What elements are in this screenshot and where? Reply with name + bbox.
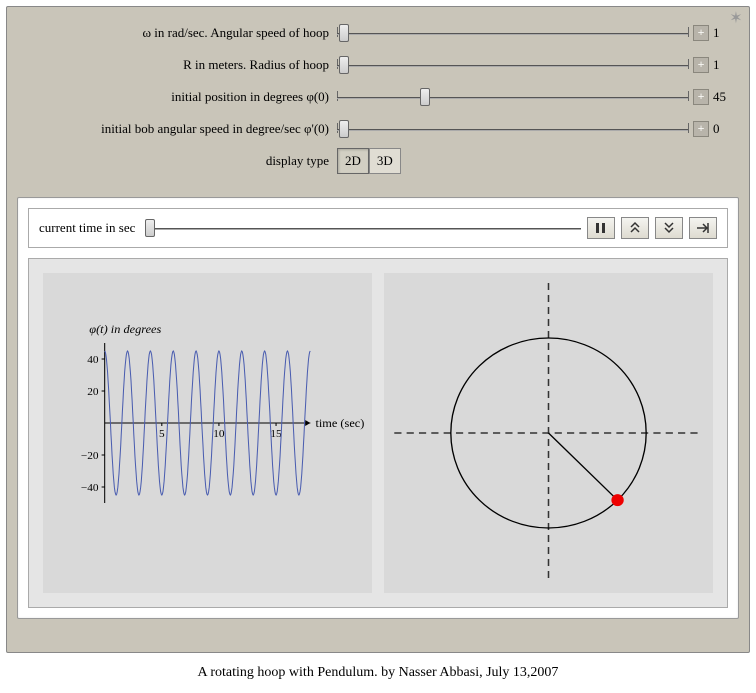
- plot-area: φ(t) in degrees −40 −20 20 40 5 10 15 time (sec): [28, 258, 728, 608]
- initpos-label: initial position in degrees φ(0): [17, 89, 337, 105]
- initspeed-thumb[interactable]: [339, 120, 349, 138]
- omega-thumb[interactable]: [339, 24, 349, 42]
- initspeed-plus-button[interactable]: +: [693, 121, 709, 137]
- phi-time-plot: φ(t) in degrees −40 −20 20 40 5 10 15 time (sec): [43, 273, 372, 593]
- controls-panel: ω in rad/sec. Angular speed of hoop + 1 …: [17, 17, 739, 191]
- inner-panel: current time in sec φ(t) in degrees −40 −2…: [17, 197, 739, 619]
- pause-icon: [595, 222, 607, 234]
- caption: A rotating hoop with Pendulum. by Nasser…: [0, 665, 756, 681]
- initpos-plus-button[interactable]: +: [693, 89, 709, 105]
- display-2d-button[interactable]: 2D: [337, 148, 369, 174]
- arrow-right-icon: [696, 222, 710, 234]
- display-type-label: display type: [17, 153, 337, 169]
- initpos-slider[interactable]: [337, 87, 689, 107]
- time-slider[interactable]: [145, 218, 581, 238]
- chevron-double-up-icon: [628, 221, 642, 235]
- control-initspeed: initial bob angular speed in degree/sec …: [17, 117, 739, 141]
- svg-text:40: 40: [87, 354, 99, 366]
- svg-text:10: 10: [213, 428, 225, 440]
- omega-value: 1: [709, 25, 739, 41]
- initspeed-slider[interactable]: [337, 119, 689, 139]
- time-bar: current time in sec: [28, 208, 728, 248]
- control-display-type: display type 2D 3D: [17, 149, 739, 173]
- svg-text:20: 20: [87, 386, 99, 398]
- chevron-double-down-icon: [662, 221, 676, 235]
- svg-text:time (sec): time (sec): [315, 416, 364, 430]
- control-omega: ω in rad/sec. Angular speed of hoop + 1: [17, 21, 739, 45]
- initspeed-value: 0: [709, 121, 739, 137]
- initpos-value: 45: [709, 89, 739, 105]
- pause-button[interactable]: [587, 217, 615, 239]
- initspeed-label: initial bob angular speed in degree/sec …: [17, 121, 337, 137]
- svg-text:−20: −20: [81, 450, 99, 462]
- step-up-button[interactable]: [621, 217, 649, 239]
- display-3d-button[interactable]: 3D: [369, 148, 401, 174]
- radius-slider[interactable]: [337, 55, 689, 75]
- time-label: current time in sec: [39, 220, 135, 236]
- svg-text:φ(t) in degrees: φ(t) in degrees: [89, 322, 161, 336]
- svg-text:−40: −40: [81, 482, 99, 494]
- control-initpos: initial position in degrees φ(0) + 45: [17, 85, 739, 109]
- control-radius: R in meters. Radius of hoop + 1: [17, 53, 739, 77]
- radius-plus-button[interactable]: +: [693, 57, 709, 73]
- radius-value: 1: [709, 57, 739, 73]
- hoop-plot: [384, 273, 713, 593]
- step-down-button[interactable]: [655, 217, 683, 239]
- outer-panel: ✶ ω in rad/sec. Angular speed of hoop + …: [6, 6, 750, 653]
- radius-label: R in meters. Radius of hoop: [17, 57, 337, 73]
- omega-plus-button[interactable]: +: [693, 25, 709, 41]
- radius-thumb[interactable]: [339, 56, 349, 74]
- omega-slider[interactable]: [337, 23, 689, 43]
- time-thumb[interactable]: [145, 219, 155, 237]
- svg-text:15: 15: [270, 428, 282, 440]
- omega-label: ω in rad/sec. Angular speed of hoop: [17, 25, 337, 41]
- step-forward-button[interactable]: [689, 217, 717, 239]
- svg-text:5: 5: [159, 428, 165, 440]
- initpos-thumb[interactable]: [420, 88, 430, 106]
